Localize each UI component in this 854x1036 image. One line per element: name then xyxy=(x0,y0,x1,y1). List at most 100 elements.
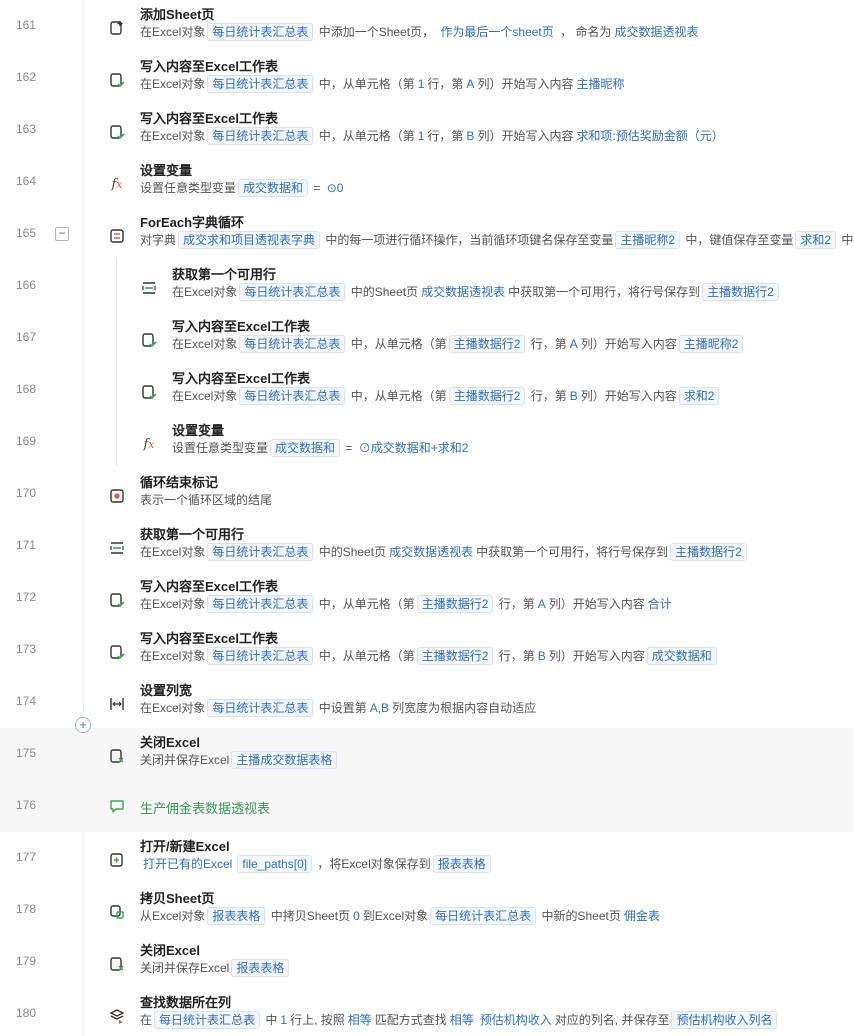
flow-step-row[interactable]: 175 关闭Excel 关闭并保存Excel 主播成交数据表格 xyxy=(0,728,854,780)
variable-chip[interactable]: 主播数据行2 xyxy=(416,595,494,613)
param-value[interactable]: 佣金表 xyxy=(624,909,660,923)
variable-chip[interactable]: 成交数据和 xyxy=(238,179,309,197)
variable-chip[interactable]: 每日统计表汇总表 xyxy=(207,699,314,717)
variable-chip[interactable]: 每日统计表汇总表 xyxy=(239,387,346,405)
line-number: 168 xyxy=(15,382,36,396)
flow-step-row[interactable]: 170 循环结束标记 表示一个循环区域的结尾 xyxy=(0,468,854,520)
variable-chip[interactable]: 每日统计表汇总表 xyxy=(207,23,314,41)
variable-chip[interactable]: file_paths[0] xyxy=(237,855,313,873)
param-value[interactable]: 相等 xyxy=(348,1013,372,1027)
step-description: 打开已有的Excel file_paths[0] ，将Excel对象保存到 报表表格 xyxy=(140,855,493,873)
variable-chip[interactable]: 每日统计表汇总表 xyxy=(154,1011,261,1029)
param-value[interactable]: 相等 xyxy=(450,1013,474,1027)
desc-text: 中获取第一个可用行，将行号保存到 xyxy=(508,285,701,299)
flow-step-row[interactable]: 167 写入内容至Excel工作表 在Excel对象 每日统计表汇总表 中，从单元格（… xyxy=(0,312,854,364)
variable-chip[interactable]: 主播数据行2 xyxy=(448,335,526,353)
variable-chip[interactable]: 成交求和项目透视表字典 xyxy=(178,231,321,249)
desc-text: 中，从单元格（第 xyxy=(347,337,447,351)
variable-chip[interactable]: 报表表格 xyxy=(207,907,266,925)
insert-step-button[interactable]: + xyxy=(75,717,91,733)
variable-chip[interactable]: 主播数据行2 xyxy=(702,283,779,301)
step-description: 在Excel对象 每日统计表汇总表 中添加一个Sheet页， 作为最后一个shee… xyxy=(140,23,701,41)
flow-step-row[interactable]: 166 获取第一个可用行 在Excel对象 每日统计表汇总表 中的Sheet页 成交数据… xyxy=(0,260,854,312)
variable-chip[interactable]: 每日统计表汇总表 xyxy=(239,335,346,353)
param-value[interactable]: A xyxy=(538,597,546,611)
step-title: 写入内容至Excel工作表 xyxy=(140,59,278,74)
param-value[interactable]: 成交数据透视表 xyxy=(421,285,505,299)
variable-chip[interactable]: 每日统计表汇总表 xyxy=(207,543,314,561)
variable-chip[interactable]: 每日统计表汇总表 xyxy=(207,595,314,613)
param-value[interactable]: B xyxy=(570,389,578,403)
param-value[interactable]: 合计 xyxy=(648,597,672,611)
param-value[interactable]: ⊙成交数据和+求和2 xyxy=(359,441,469,455)
param-value[interactable]: A xyxy=(570,337,578,351)
step-description: 在Excel对象 每日统计表汇总表 中，从单元格（第 主播数据行2 行，第 A 列）开始… xyxy=(140,595,675,613)
column-width-icon xyxy=(108,695,126,713)
param-value[interactable]: 1 xyxy=(280,1013,287,1027)
variable-chip[interactable]: 每日统计表汇总表 xyxy=(430,907,537,925)
step-title: 获取第一个可用行 xyxy=(140,527,245,542)
variable-chip[interactable]: 主播数据行2 xyxy=(448,387,526,405)
param-value[interactable]: A xyxy=(466,77,474,91)
flow-step-row[interactable]: 179 关闭Excel 关闭并保存Excel 报表表格 xyxy=(0,936,854,988)
param-value[interactable]: 主播昵称 xyxy=(576,77,624,91)
flow-step-row[interactable]: 176 生产佣金表数据透视表 xyxy=(0,780,854,832)
variable-chip[interactable]: 每日统计表汇总表 xyxy=(207,75,314,93)
open-excel-icon xyxy=(108,851,126,869)
param-value[interactable]: 成交数据透视表 xyxy=(614,25,698,39)
param-value[interactable]: 1 xyxy=(418,129,425,143)
variable-chip[interactable]: 主播数据行2 xyxy=(416,647,494,665)
variable-chip[interactable]: 主播昵称2 xyxy=(678,335,744,353)
desc-text: 列）开始写入内容 xyxy=(580,389,677,403)
step-title: ForEach字典循环 xyxy=(140,215,245,230)
write-excel-icon xyxy=(108,71,126,89)
param-value[interactable]: 求和项:预估奖励金额（元） xyxy=(576,129,723,143)
first-row-icon xyxy=(108,539,126,557)
variable-chip[interactable]: 每日统计表汇总表 xyxy=(207,647,314,665)
flow-step-row[interactable]: 165 − ForEach字典循环 对字典 成交求和项目透视表字典 中的每一项进行循环操… xyxy=(0,208,854,260)
variable-chip[interactable]: 成交数据和 xyxy=(646,647,717,665)
flow-step-row[interactable]: 163 写入内容至Excel工作表 在Excel对象 每日统计表汇总表 中，从单元格（… xyxy=(0,104,854,156)
flow-step-row[interactable]: 172 写入内容至Excel工作表 在Excel对象 每日统计表汇总表 中，从单元格（… xyxy=(0,572,854,624)
flow-step-row[interactable]: 161 添加Sheet页 在Excel对象 每日统计表汇总表 中添加一个Sheet页，… xyxy=(0,0,854,52)
flow-step-row[interactable]: 168 写入内容至Excel工作表 在Excel对象 每日统计表汇总表 中，从单元格（… xyxy=(0,364,854,416)
variable-chip[interactable]: 主播昵称2 xyxy=(615,231,681,249)
variable-chip[interactable]: 每日统计表汇总表 xyxy=(207,127,314,145)
param-value[interactable]: 预估机构收入 xyxy=(480,1013,552,1027)
param-value[interactable]: B xyxy=(538,649,546,663)
param-value[interactable]: 作为最后一个sheet页 xyxy=(440,25,553,39)
desc-text: 行，第 xyxy=(427,129,464,143)
desc-text: 在Excel对象 xyxy=(140,701,206,715)
flow-step-row[interactable]: 180 查找数据所在列在每日统计表汇总表 中 1 行上, 按照 相等 匹配方式查找 相等 预估… xyxy=(0,988,854,1036)
param-value[interactable]: 成交数据透视表 xyxy=(389,545,473,559)
param-value[interactable]: ⊙0 xyxy=(327,181,344,195)
variable-chip[interactable]: 预估机构收入列名 xyxy=(671,1011,778,1029)
flow-step-row[interactable]: 173 写入内容至Excel工作表 在Excel对象 每日统计表汇总表 中，从单元格（… xyxy=(0,624,854,676)
variable-chip[interactable]: 求和2 xyxy=(678,387,720,405)
flow-step-row[interactable]: 178 拷贝Sheet页 从Excel对象 报表表格 中拷贝Sheet页 0 到Excel… xyxy=(0,884,854,936)
variable-chip[interactable]: 成交数据和 xyxy=(270,439,341,457)
desc-text: 中的Sheet页 xyxy=(347,285,419,299)
variable-chip[interactable]: 主播成交数据表格 xyxy=(231,751,338,769)
flow-step-row[interactable]: 174 设置列宽 在Excel对象 每日统计表汇总表 中设置第 A,B 列宽度为根据内容自… xyxy=(0,676,854,728)
param-value[interactable]: 0 xyxy=(353,909,360,923)
flow-step-row[interactable]: 177 打开/新建Excel 打开已有的Excel file_paths[0] ，将E… xyxy=(0,832,854,884)
step-title: 关闭Excel xyxy=(140,735,200,750)
flow-step-row[interactable]: 162 写入内容至Excel工作表 在Excel对象 每日统计表汇总表 中，从单元格（… xyxy=(0,52,854,104)
flow-step-row[interactable]: 171 获取第一个可用行 在Excel对象 每日统计表汇总表 中的Sheet页 成交数据… xyxy=(0,520,854,572)
param-value[interactable]: A,B xyxy=(370,701,389,715)
variable-chip[interactable]: 报表表格 xyxy=(432,855,491,873)
variable-chip[interactable]: 报表表格 xyxy=(231,959,290,977)
param-value[interactable]: B xyxy=(466,129,474,143)
step-title: 写入内容至Excel工作表 xyxy=(140,631,278,646)
variable-chip[interactable]: 每日统计表汇总表 xyxy=(239,283,346,301)
flow-step-row[interactable]: 164 fx 设置变量 设置任意类型变量 成交数据和 = ⊙0 xyxy=(0,156,854,208)
variable-chip[interactable]: 主播数据行2 xyxy=(670,543,747,561)
param-value[interactable]: 1 xyxy=(418,77,425,91)
param-value[interactable]: 打开已有的Excel xyxy=(143,857,232,871)
flow-step-row[interactable]: 169 fx 设置变量 设置任意类型变量 成交数据和 = ⊙成交数据和+求和2 xyxy=(0,416,854,468)
desc-text: 在Excel对象 xyxy=(172,389,238,403)
write-excel-icon xyxy=(140,383,158,401)
collapse-toggle[interactable]: − xyxy=(55,227,69,241)
variable-chip[interactable]: 求和2 xyxy=(795,231,837,249)
